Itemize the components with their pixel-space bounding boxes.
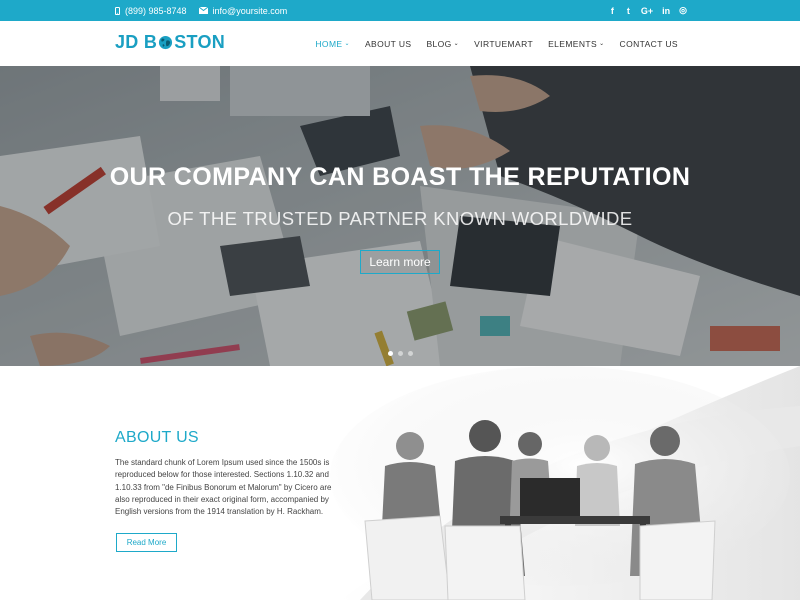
nav-item-blog[interactable]: BLOG ⌄: [426, 39, 459, 49]
slider-dot-1[interactable]: [388, 351, 393, 356]
nav-item-home[interactable]: HOME ⌄: [315, 39, 350, 49]
site-header: JD B STON HOME ⌄ ABOUT US BLOG ⌄ VIRTUEM…: [0, 21, 800, 66]
email-contact[interactable]: info@yoursite.com: [198, 5, 288, 16]
about-paragraph: The standard chunk of Lorem Ipsum used s…: [115, 458, 332, 517]
slider-dot-3[interactable]: [408, 351, 413, 356]
chevron-down-icon: ⌄: [453, 41, 460, 47]
facebook-icon[interactable]: f: [609, 6, 616, 16]
google-plus-icon[interactable]: G+: [641, 6, 653, 16]
chevron-down-icon: ⌄: [599, 41, 605, 47]
phone-number: (899) 985-8748: [125, 5, 187, 16]
envelope-icon: [198, 7, 208, 14]
top-bar: (899) 985-8748 info@yoursite.com f t G+ …: [0, 0, 800, 21]
email-address: info@yoursite.com: [212, 5, 288, 16]
nav-label: ABOUT US: [364, 38, 412, 49]
chevron-down-icon: ⌄: [344, 41, 350, 47]
about-title: ABOUT US: [115, 429, 199, 446]
read-more-button[interactable]: Read More: [116, 533, 177, 552]
nav-item-virtuemart[interactable]: VIRTUEMART: [474, 39, 533, 49]
slider-pagination: [388, 351, 413, 356]
nav-label: HOME: [315, 38, 343, 49]
nav-label: ELEMENTS: [548, 38, 598, 49]
nav-item-about-us[interactable]: ABOUT US: [365, 39, 412, 49]
site-logo[interactable]: JD B STON: [115, 32, 225, 53]
about-section: ABOUT US The standard chunk of Lorem Ips…: [0, 366, 800, 600]
globe-icon: [159, 35, 173, 50]
nav-label: BLOG: [426, 38, 452, 49]
main-nav: HOME ⌄ ABOUT US BLOG ⌄ VIRTUEMART ELEMEN…: [315, 21, 678, 66]
social-links: f t G+ in ◎: [609, 0, 687, 21]
phone-contact[interactable]: (899) 985-8748: [115, 6, 187, 16]
nav-label: CONTACT US: [619, 38, 678, 49]
nav-item-elements[interactable]: ELEMENTS ⌄: [548, 39, 604, 49]
contact-info: (899) 985-8748 info@yoursite.com: [115, 0, 287, 21]
nav-item-contact-us[interactable]: CONTACT US: [620, 39, 678, 49]
twitter-icon[interactable]: t: [625, 6, 632, 16]
logo-text-right: STON: [174, 32, 226, 52]
learn-more-button[interactable]: Learn more: [360, 250, 440, 274]
hero-title: OUR COMPANY CAN BOAST THE REPUTATION: [109, 163, 691, 191]
nav-label: VIRTUEMART: [474, 38, 534, 49]
linkedin-icon[interactable]: in: [662, 6, 670, 16]
hero-slider: OUR COMPANY CAN BOAST THE REPUTATION OF …: [0, 66, 800, 366]
hero-subtitle: OF THE TRUSTED PARTNER KNOWN WORLDWIDE: [167, 208, 633, 229]
phone-icon: [115, 6, 120, 15]
logo-text-left: JD B: [115, 32, 158, 52]
slider-dot-2[interactable]: [398, 351, 403, 356]
dribbble-icon[interactable]: ◎: [679, 5, 687, 16]
